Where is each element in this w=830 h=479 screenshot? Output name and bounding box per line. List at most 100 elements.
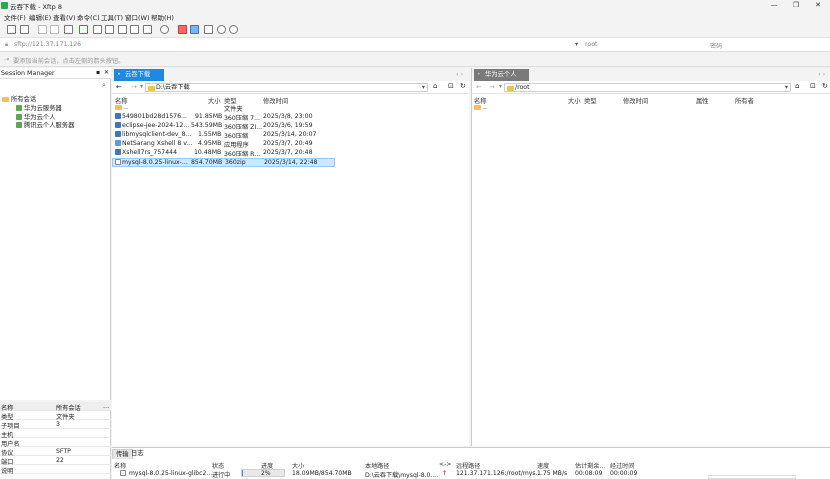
pin-icon[interactable]: ▪ bbox=[96, 69, 100, 76]
list-item-selected[interactable]: mysql-8.0.25-linux-... 854.70MB 360zip 2… bbox=[112, 158, 335, 167]
sync-icon[interactable] bbox=[190, 25, 199, 34]
col-eta[interactable]: 估计剩余... bbox=[575, 461, 605, 470]
menu-help[interactable]: 帮助(H) bbox=[151, 12, 174, 22]
menu-window[interactable]: 窗口(W) bbox=[125, 12, 150, 22]
horizontal-scrollbar[interactable] bbox=[708, 475, 796, 479]
properties-panel: 名称 所有会话… 类型 文件夹 子项目 3 主机 用户名 协议 SFTP 端口 22 说明 bbox=[0, 402, 111, 479]
help-icon[interactable] bbox=[217, 25, 226, 34]
list-item[interactable]: libmysqlclient-dev_8... 1.55MB 360压缩 202… bbox=[114, 131, 334, 140]
reconnect-icon[interactable] bbox=[38, 25, 47, 34]
local-pane: • 云吞下载 ‹ › ← → ▾ D:\云吞下载 ▾ ⌂ ⊡ ↻ 名称 大小 类… bbox=[112, 68, 469, 446]
upload-arrow-icon: ↑ bbox=[442, 470, 448, 477]
session-manager: Session Manager ▪ ✕ ⌕ 所有会话 华为云服务器 华为云个人 … bbox=[0, 68, 111, 400]
view-list-icon[interactable] bbox=[143, 25, 152, 34]
connected-dot-icon: • bbox=[477, 71, 481, 78]
list-item[interactable]: Xshell7rs_757444 10.48MB 360压缩 R... 2025… bbox=[114, 149, 334, 158]
username-input[interactable]: root bbox=[585, 41, 597, 48]
col-speed[interactable]: 速度 bbox=[537, 461, 549, 470]
refresh-icon[interactable] bbox=[64, 25, 73, 34]
about-icon[interactable] bbox=[229, 25, 238, 34]
remote-path-input[interactable]: /root ▾ bbox=[504, 83, 791, 92]
transfer-status: 进行中 bbox=[212, 472, 231, 479]
col-direction[interactable]: <-> bbox=[439, 461, 451, 468]
delete-icon[interactable] bbox=[93, 25, 102, 34]
disconnect-icon[interactable] bbox=[50, 25, 59, 34]
tab-log[interactable]: 日志 bbox=[128, 449, 147, 459]
col-local-path[interactable]: 本地路径 bbox=[365, 461, 389, 470]
path-dropdown-icon[interactable]: ▾ bbox=[785, 84, 788, 92]
server-icon bbox=[16, 122, 22, 128]
list-item[interactable]: 549801bd28d1576... 91.85MB 360压缩 7... 20… bbox=[114, 113, 334, 122]
forward-icon[interactable]: → bbox=[131, 83, 137, 91]
menu-view[interactable]: 查看(V) bbox=[53, 12, 76, 22]
tab-remote[interactable]: • 华为云个人 bbox=[474, 69, 529, 81]
paste-icon[interactable] bbox=[130, 25, 139, 34]
progress-fill bbox=[242, 470, 243, 476]
col-owner[interactable]: 所有者 bbox=[735, 96, 754, 105]
col-date[interactable]: 修改时间 bbox=[623, 96, 648, 105]
refresh-icon[interactable]: ↻ bbox=[460, 82, 466, 90]
bookmark-icon[interactable]: ⌂ bbox=[433, 82, 437, 90]
archive-icon bbox=[115, 113, 121, 119]
back-icon[interactable]: ← bbox=[116, 83, 122, 91]
menu-tools[interactable]: 工具(T) bbox=[101, 12, 123, 22]
tree-item-huawei-server[interactable]: 华为云服务器 bbox=[16, 103, 62, 112]
tab-local[interactable]: • 云吞下载 bbox=[114, 69, 164, 81]
history-icon[interactable]: ▾ bbox=[140, 83, 143, 90]
history-icon[interactable]: ▾ bbox=[499, 83, 502, 90]
col-name[interactable]: 名称 bbox=[114, 461, 126, 470]
user-dropdown-icon[interactable]: ▾ bbox=[575, 41, 578, 48]
folder-up-icon[interactable]: ⊡ bbox=[810, 82, 816, 90]
rename-icon[interactable] bbox=[105, 25, 114, 34]
host-input[interactable]: sftp://121.37.171.126 bbox=[14, 41, 81, 48]
col-elapsed[interactable]: 经过时间 bbox=[610, 461, 634, 470]
list-item-parent[interactable]: .. 文件夹 bbox=[114, 104, 334, 113]
open-session-icon[interactable] bbox=[20, 25, 29, 34]
search-icon[interactable]: ⌕ bbox=[102, 81, 106, 90]
path-dropdown-icon[interactable]: ▾ bbox=[422, 84, 425, 92]
maximize-button[interactable]: ❐ bbox=[788, 0, 804, 11]
folder-icon bbox=[474, 104, 481, 110]
col-status[interactable]: 状态 bbox=[212, 461, 224, 470]
list-item[interactable]: NetSarang Xshell 8 v... 4.95MB 应用程序 2025… bbox=[114, 140, 334, 149]
menu-file[interactable]: 文件(F) bbox=[4, 12, 26, 22]
add-session-arrow-icon[interactable]: ⇥ bbox=[4, 56, 9, 63]
password-input[interactable]: 密码 bbox=[710, 41, 722, 50]
tree-item-tencent-server[interactable]: 腾讯云个人服务器 bbox=[16, 120, 74, 129]
back-icon[interactable]: ← bbox=[476, 83, 482, 91]
col-type[interactable]: 类型 bbox=[584, 96, 597, 105]
local-path-input[interactable]: D:\云吞下载 ▾ bbox=[145, 83, 428, 92]
toolbar bbox=[0, 22, 830, 38]
settings-icon[interactable] bbox=[204, 25, 213, 34]
forward-icon[interactable]: → bbox=[489, 83, 495, 91]
copy-icon[interactable] bbox=[118, 25, 127, 34]
new-folder-icon[interactable] bbox=[79, 25, 88, 34]
list-item[interactable]: eclipse-jee-2024-12... 543.59MB 360压缩 ZI… bbox=[114, 122, 334, 131]
close-button[interactable]: ✕ bbox=[810, 0, 826, 11]
refresh-icon[interactable]: ↻ bbox=[822, 82, 828, 90]
minimize-button[interactable]: — bbox=[766, 0, 782, 11]
tab-scroll-icon[interactable]: ‹ › bbox=[818, 70, 825, 78]
close-panel-icon[interactable]: ✕ bbox=[104, 69, 109, 76]
menu-bar: 文件(F) 编辑(E) 查看(V) 命令(C) 工具(T) 窗口(W) 帮助(H… bbox=[0, 11, 830, 22]
app-icon bbox=[1, 2, 8, 9]
col-attr[interactable]: 属性 bbox=[696, 96, 709, 105]
xshell-icon[interactable] bbox=[178, 25, 187, 34]
tree-item-all-sessions[interactable]: 所有会话 bbox=[2, 94, 36, 103]
server-icon bbox=[16, 105, 22, 111]
menu-command[interactable]: 命令(C) bbox=[77, 12, 100, 22]
col-size[interactable]: 大小 bbox=[292, 461, 304, 470]
remote-tab-strip: • 华为云个人 ‹ › bbox=[472, 68, 830, 81]
property-row: 协议 SFTP bbox=[0, 447, 111, 457]
list-item-parent[interactable]: .. bbox=[474, 104, 574, 113]
session-manager-title: Session Manager bbox=[1, 70, 55, 77]
new-session-icon[interactable] bbox=[7, 25, 16, 34]
col-remote-path[interactable]: 远程路径 bbox=[456, 461, 480, 470]
globe-icon[interactable] bbox=[160, 25, 169, 34]
menu-edit[interactable]: 编辑(E) bbox=[29, 12, 51, 22]
session-search[interactable]: ⌕ bbox=[0, 81, 111, 90]
address-bar: 🔒︎ sftp://121.37.171.126 ▾ root 密码 bbox=[0, 38, 830, 52]
tab-scroll-icon[interactable]: ‹ › bbox=[456, 70, 463, 78]
bookmark-icon[interactable]: ⌂ bbox=[795, 82, 799, 90]
folder-up-icon[interactable]: ⊡ bbox=[448, 82, 454, 90]
